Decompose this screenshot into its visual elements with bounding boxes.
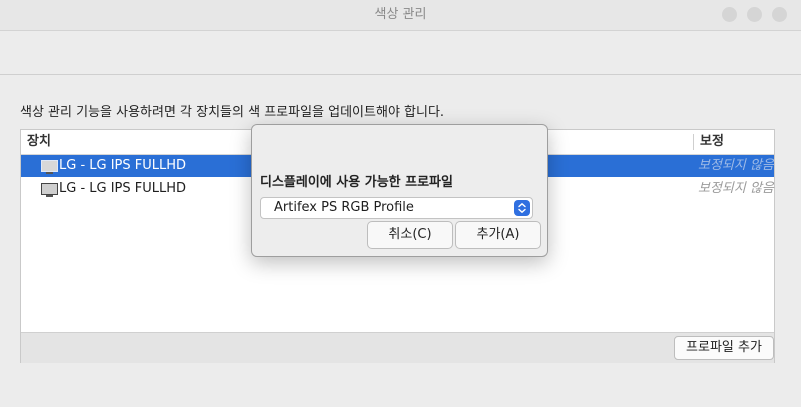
minimize-button[interactable] bbox=[722, 7, 737, 22]
profile-select-value: Artifex PS RGB Profile bbox=[274, 200, 414, 215]
correction-status: 보정되지 않음 bbox=[698, 158, 774, 173]
titlebar: 색상 관리 bbox=[0, 0, 801, 31]
close-button[interactable] bbox=[772, 7, 787, 22]
column-header-device[interactable]: 장치 bbox=[27, 130, 51, 154]
device-name: LG - LG IPS FULLHD bbox=[59, 181, 187, 196]
window-title: 색상 관리 bbox=[374, 7, 427, 22]
updown-chevron-icon[interactable] bbox=[514, 200, 530, 216]
dialog-label: 디스플레이에 사용 가능한 프로파일 bbox=[260, 175, 453, 190]
column-separator bbox=[693, 134, 694, 150]
monitor-icon bbox=[41, 183, 58, 197]
correction-status: 보정되지 않음 bbox=[698, 181, 774, 196]
list-footer: 프로파일 추가 bbox=[21, 332, 774, 363]
add-profile-button[interactable]: 프로파일 추가 bbox=[674, 336, 774, 360]
color-management-window: 색상 관리 색상 관리 기능을 사용하려면 각 장치들의 색 프로파일을 업데이… bbox=[0, 0, 801, 407]
maximize-button[interactable] bbox=[747, 7, 762, 22]
cancel-button[interactable]: 취소(C) bbox=[367, 221, 453, 249]
monitor-icon bbox=[41, 160, 58, 174]
toolbar bbox=[0, 31, 801, 75]
profile-select[interactable]: Artifex PS RGB Profile bbox=[260, 197, 533, 219]
device-name: LG - LG IPS FULLHD bbox=[59, 158, 187, 173]
column-header-correction[interactable]: 보정 bbox=[700, 130, 724, 154]
profile-dialog: 디스플레이에 사용 가능한 프로파일 Artifex PS RGB Profil… bbox=[251, 124, 548, 257]
description-text: 색상 관리 기능을 사용하려면 각 장치들의 색 프로파일을 업데이트해야 합니… bbox=[20, 105, 445, 120]
add-button[interactable]: 추가(A) bbox=[455, 221, 541, 249]
